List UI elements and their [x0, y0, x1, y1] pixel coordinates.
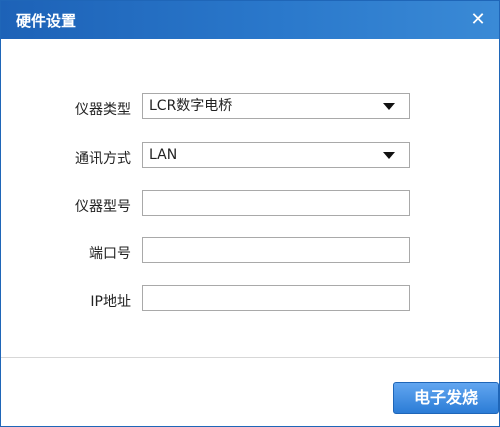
- chevron-down-icon[interactable]: [383, 152, 395, 159]
- ip-row: IP地址: [1, 285, 499, 313]
- port-input[interactable]: [142, 237, 410, 263]
- port-row: 端口号: [1, 237, 499, 265]
- comm-mode-value: LAN: [149, 147, 178, 163]
- comm-mode-row: 通讯方式 LAN: [1, 142, 499, 170]
- instrument-type-label: 仪器类型: [75, 102, 131, 118]
- instrument-model-row: 仪器型号: [1, 190, 499, 218]
- instrument-model-input[interactable]: [142, 190, 410, 216]
- footer-button[interactable]: 电子发烧: [393, 382, 499, 414]
- ip-input[interactable]: [142, 285, 410, 311]
- port-label: 端口号: [89, 246, 131, 262]
- chevron-down-icon[interactable]: [383, 103, 395, 110]
- instrument-model-label: 仪器型号: [75, 199, 131, 215]
- instrument-type-select[interactable]: LCR数字电桥: [142, 93, 410, 119]
- footer-divider: [1, 357, 499, 358]
- close-icon[interactable]: ✕: [467, 8, 489, 30]
- hardware-settings-dialog: 硬件设置 ✕ 仪器类型 LCR数字电桥 通讯方式 LAN 仪器型号 端口号 IP…: [0, 0, 500, 427]
- comm-mode-select[interactable]: LAN: [142, 142, 410, 168]
- instrument-type-value: LCR数字电桥: [149, 98, 233, 114]
- dialog-title: 硬件设置: [16, 12, 77, 30]
- title-bar: 硬件设置 ✕: [1, 1, 499, 39]
- comm-mode-label: 通讯方式: [75, 151, 131, 167]
- ip-label: IP地址: [90, 294, 131, 310]
- instrument-type-row: 仪器类型 LCR数字电桥: [1, 93, 499, 121]
